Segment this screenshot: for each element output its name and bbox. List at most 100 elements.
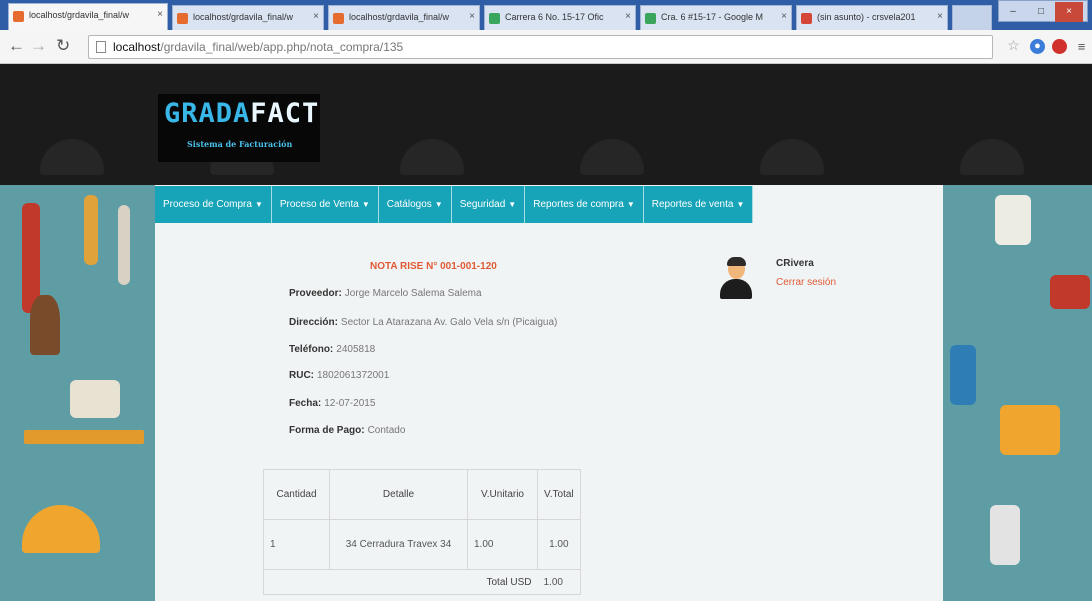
level-decoration xyxy=(24,430,144,444)
tab-close-icon[interactable]: × xyxy=(625,11,631,22)
tape-measure-decoration xyxy=(1050,275,1090,309)
caret-down-icon: ▼ xyxy=(361,200,370,209)
field-ruc: RUC: 1802061372001 xyxy=(289,370,389,381)
tab-label: localhost/grdavila_final/w xyxy=(349,12,450,22)
column-header: V.Total xyxy=(537,469,581,520)
cell-cantidad: 1 xyxy=(263,519,330,570)
column-header: Cantidad xyxy=(263,469,330,520)
maximize-icon[interactable]: □ xyxy=(1027,2,1055,22)
field-value: Jorge Marcelo Salema Salema xyxy=(344,288,482,299)
screwdriver-decoration xyxy=(84,195,98,265)
minimize-icon[interactable]: – xyxy=(999,2,1027,22)
map-pin-icon xyxy=(489,13,500,24)
caret-down-icon: ▼ xyxy=(508,200,517,209)
page-favicon-icon xyxy=(177,13,188,24)
address-bar[interactable]: localhost/grdavila_final/web/app.php/not… xyxy=(88,35,993,59)
caret-down-icon: ▼ xyxy=(254,200,263,209)
menu-reportes-compra[interactable]: Reportes de compra ▼ xyxy=(525,186,644,223)
new-tab-button[interactable] xyxy=(952,5,992,30)
field-direccion: Dirección: Sector La Atarazana Av. Galo V… xyxy=(289,317,557,328)
menu-proceso-compra[interactable]: Proceso de Compra ▼ xyxy=(155,186,272,223)
field-label: Forma de Pago: xyxy=(289,425,365,436)
reload-icon[interactable]: ↻ xyxy=(56,36,70,56)
mail-icon xyxy=(801,13,812,24)
browser-tab[interactable]: Carrera 6 No. 15-17 Ofic × xyxy=(484,5,636,30)
page: GRADAFACT Sistema de Facturación Proceso… xyxy=(0,64,1092,601)
url-host: localhost xyxy=(113,40,161,54)
browser-tab[interactable]: localhost/grdavila_final/w × xyxy=(172,5,324,30)
field-telefono: Teléfono: 2405818 xyxy=(289,344,375,355)
cell-detalle: 34 Cerradura Travex 34 xyxy=(329,519,468,570)
tab-label: (sin asunto) - crsvela201 xyxy=(817,12,916,22)
menu-reportes-venta[interactable]: Reportes de venta ▼ xyxy=(643,186,754,223)
caret-down-icon: ▼ xyxy=(736,200,745,209)
tab-close-icon[interactable]: × xyxy=(157,9,163,20)
column-header: Detalle xyxy=(329,469,468,520)
total-row: Total USD 1.00 xyxy=(263,569,581,595)
field-fecha: Fecha: 12-07-2015 xyxy=(289,398,375,409)
field-value: 12-07-2015 xyxy=(324,398,376,409)
field-label: RUC: xyxy=(289,370,314,381)
main-navbar: Proceso de Compra ▼ Proceso de Venta ▼ Cat… xyxy=(155,186,754,223)
hardhat-decoration xyxy=(760,139,824,175)
caret-down-icon: ▼ xyxy=(626,200,635,209)
trowel-decoration xyxy=(30,295,60,355)
cell-v-total: 1.00 xyxy=(537,519,581,570)
field-value: Sector La Atarazana Av. Galo Vela s/n (P… xyxy=(340,317,558,328)
menu-proceso-venta[interactable]: Proceso de Venta ▼ xyxy=(271,186,379,223)
scraper-decoration xyxy=(70,380,120,418)
field-value: 2405818 xyxy=(336,344,376,355)
cell-v-unitario: 1.00 xyxy=(467,519,538,570)
menu-icon[interactable]: ≡ xyxy=(1074,39,1089,54)
total-label: Total USD xyxy=(467,569,538,595)
user-name: CRivera xyxy=(776,258,814,269)
menu-seguridad[interactable]: Seguridad ▼ xyxy=(451,186,526,223)
tab-close-icon[interactable]: × xyxy=(781,11,787,22)
paint-can-decoration xyxy=(995,195,1031,245)
logout-link[interactable]: Cerrar sesión xyxy=(776,277,836,288)
map-pin-icon xyxy=(645,13,656,24)
hardhat-decoration xyxy=(400,139,464,175)
browser-tab[interactable]: Cra. 6 #15-17 - Google M × xyxy=(640,5,792,30)
extension-icon[interactable]: ● xyxy=(1030,39,1045,54)
field-forma-pago: Forma de Pago: Contado xyxy=(289,425,405,436)
table-row: 1 34 Cerradura Travex 34 1.00 1.00 xyxy=(263,519,581,570)
close-window-icon[interactable]: × xyxy=(1055,2,1083,22)
header-banner: GRADAFACT Sistema de Facturación xyxy=(0,64,1092,185)
field-label: Dirección: xyxy=(289,317,338,328)
tab-close-icon[interactable]: × xyxy=(937,11,943,22)
field-label: Fecha: xyxy=(289,398,322,409)
window-controls: – □ × xyxy=(998,0,1088,22)
field-proveedor: Proveedor: Jorge Marcelo Salema Salema xyxy=(289,288,482,299)
adblock-icon[interactable] xyxy=(1052,39,1067,54)
browser-tab-bar: localhost/grdavila_final/w × localhost/g… xyxy=(0,0,1092,30)
browser-tab[interactable]: (sin asunto) - crsvela201 × xyxy=(796,5,948,30)
hardhat-decoration xyxy=(580,139,644,175)
table-header-row: Cantidad Detalle V.Unitario V.Total xyxy=(263,469,581,520)
star-bookmark-icon[interactable]: ☆ xyxy=(1006,38,1021,53)
page-icon xyxy=(96,41,106,53)
field-value: 1802061372001 xyxy=(317,370,390,381)
url-path: /grdavila_final/web/app.php/nota_compra/… xyxy=(160,40,404,54)
caret-down-icon: ▼ xyxy=(434,200,443,209)
note-title: NOTA RISE N° 001-001-120 xyxy=(370,261,497,272)
glove-decoration xyxy=(1000,405,1060,455)
field-value: Contado xyxy=(367,425,406,436)
total-value: 1.00 xyxy=(537,569,581,595)
forward-arrow-icon[interactable]: → xyxy=(30,36,47,56)
browser-tab[interactable]: localhost/grdavila_final/w × xyxy=(328,5,480,30)
hardhat-decoration xyxy=(960,139,1024,175)
tab-label: Carrera 6 No. 15-17 Ofic xyxy=(505,12,604,22)
back-arrow-icon[interactable]: ← xyxy=(8,36,25,56)
browser-tab[interactable]: localhost/grdavila_final/w × xyxy=(8,3,168,30)
menu-catalogos[interactable]: Catálogos ▼ xyxy=(378,186,452,223)
gradafact-logo[interactable]: GRADAFACT Sistema de Facturación xyxy=(158,94,320,162)
tab-label: Cra. 6 #15-17 - Google M xyxy=(661,12,764,22)
logo-subtitle: Sistema de Facturación xyxy=(187,139,293,149)
hardhat-decoration xyxy=(40,139,104,175)
page-favicon-icon xyxy=(13,11,24,22)
tab-close-icon[interactable]: × xyxy=(313,11,319,22)
page-favicon-icon xyxy=(333,13,344,24)
hardhat-decoration xyxy=(22,505,100,553)
tab-close-icon[interactable]: × xyxy=(469,11,475,22)
